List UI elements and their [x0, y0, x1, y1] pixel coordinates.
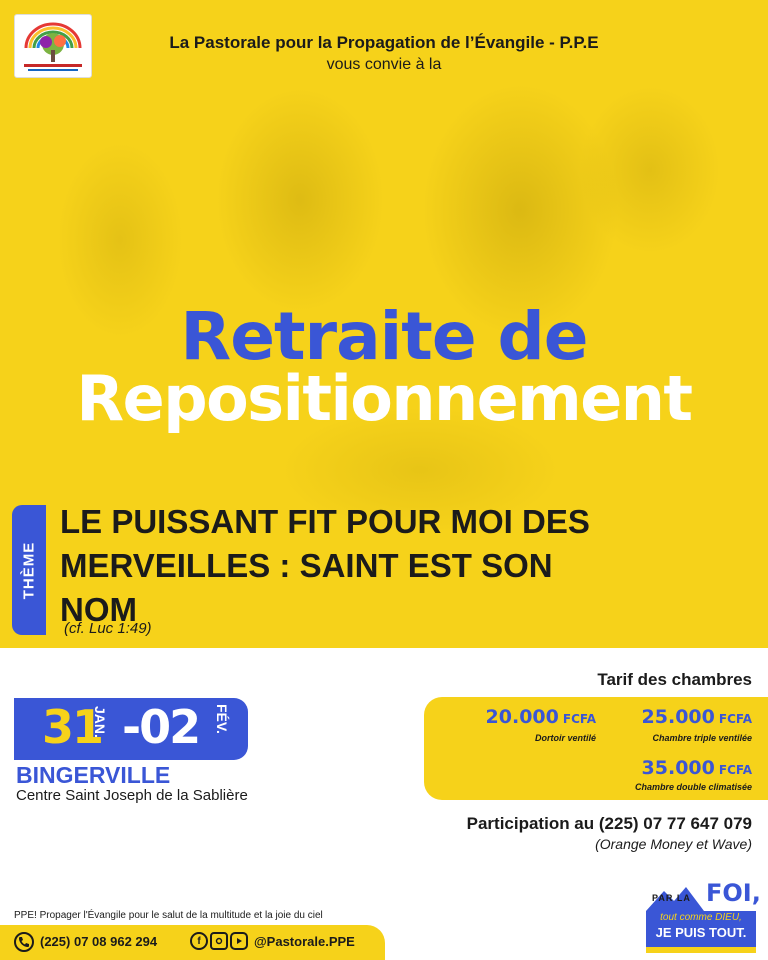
- theme-reference: (cf. Luc 1:49): [64, 620, 152, 637]
- rate-currency: FCFA: [718, 712, 752, 726]
- faith-badge: PAR LA FOI, tout comme DIEU, JE PUIS TOU…: [646, 879, 761, 953]
- instagram-icon: [210, 932, 228, 950]
- end-day: -02: [122, 700, 201, 754]
- date-separator: -: [122, 700, 141, 754]
- badge-footer-strip: [646, 947, 756, 953]
- theme-label: THÈME: [20, 541, 38, 599]
- organizer-name: La Pastorale pour la Propagation de l’Év…: [169, 33, 599, 52]
- payment-methods: (Orange Money et Wave): [595, 836, 752, 852]
- rate-desc-3: Chambre double climatisée: [634, 782, 752, 792]
- rate-amount: 20.000: [485, 706, 559, 728]
- badge-par-la: PAR LA: [652, 893, 691, 903]
- rate-price-1: 20.000 FCFA: [440, 706, 596, 728]
- footer-slogan: PPE! Propager l'Évangile pour le salut d…: [14, 910, 323, 921]
- rate-price-2: 25.000 FCFA: [596, 706, 752, 728]
- badge-foi: FOI,: [706, 879, 761, 907]
- invite-text: vous convie à la: [326, 56, 442, 73]
- rate-price-3: 35.000 FCFA: [596, 757, 752, 779]
- end-month: FÉV.: [214, 704, 230, 734]
- rate-amount: 25.000: [641, 706, 715, 728]
- event-title-line2: Repositionnement: [76, 362, 693, 435]
- theme-label-wrap: THÈME: [12, 505, 46, 635]
- end-day-number: 02: [139, 700, 201, 754]
- theme-text: LE PUISSANT FIT POUR MOI DES MERVEILLES …: [60, 503, 590, 628]
- rate-currency: FCFA: [562, 712, 596, 726]
- facebook-icon: f: [190, 932, 208, 950]
- rate-amount: 35.000: [641, 757, 715, 779]
- city-name: BINGERVILLE: [16, 762, 171, 788]
- start-month: JAN.: [92, 706, 108, 738]
- rate-desc-2: Chambre triple ventilée: [652, 733, 752, 743]
- rates-title: Tarif des chambres: [597, 670, 752, 689]
- badge-line2: JE PUIS TOUT.: [655, 925, 747, 940]
- badge-line1: tout comme DIEU,: [660, 912, 742, 923]
- rate-desc-1: Dortoir ventilé: [534, 733, 596, 743]
- rate-currency: FCFA: [718, 763, 752, 777]
- participation-phone: Participation au (225) 07 77 647 079: [466, 814, 752, 833]
- social-handle: @Pastorale.PPE: [254, 934, 355, 949]
- phone-icon: [14, 932, 34, 952]
- footer-phone: (225) 07 08 962 294: [40, 934, 158, 949]
- youtube-icon: [230, 932, 248, 950]
- venue-name: Centre Saint Joseph de la Sablière: [16, 787, 248, 804]
